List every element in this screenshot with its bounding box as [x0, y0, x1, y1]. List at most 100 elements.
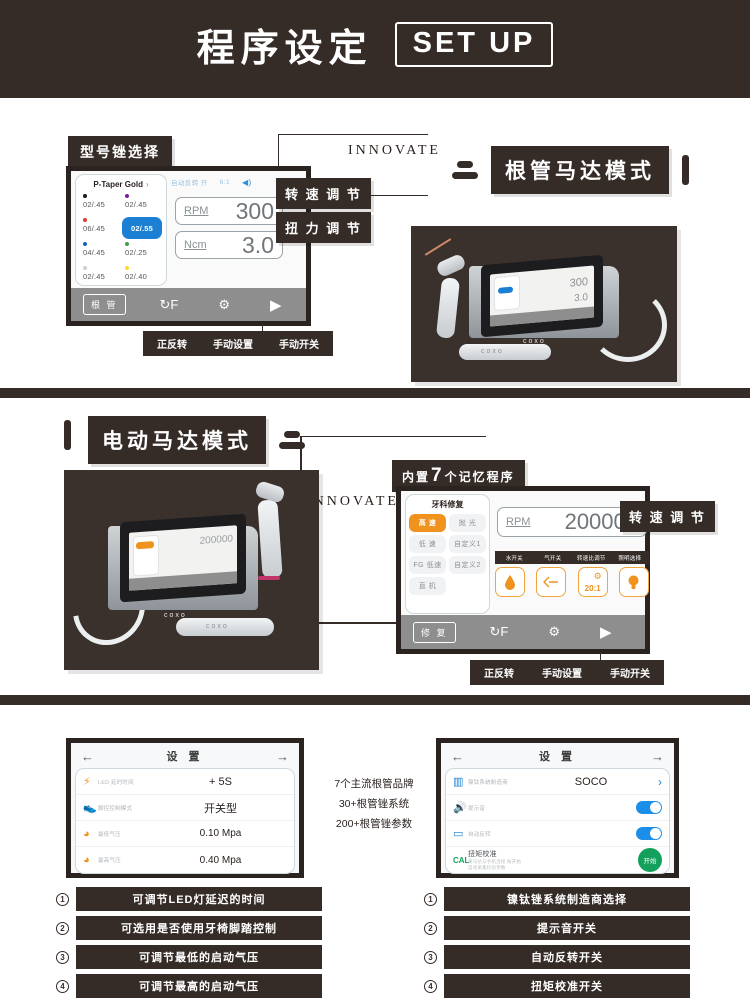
label-manual-switch: 手动开关 [279, 340, 319, 351]
row-label-text: 扭矩校准 [468, 851, 497, 858]
mode-chip-restoration[interactable]: 修 复 [413, 621, 456, 643]
play-icon-2[interactable]: ▶ [600, 623, 612, 641]
mid-notes-block: 7个主流根管品牌 30+根管锉系统 200+根管锉参数 [318, 775, 430, 835]
file-panel-header[interactable]: P-Taper Gold › [80, 180, 162, 189]
file-color-dot [125, 194, 129, 198]
row-label: 提示音 [468, 805, 486, 812]
screen-inner-2: 牙科修复 高 速 抛 光 低 速 自定义1 FG 低速 自定义2 直 机 RPM… [401, 491, 649, 649]
toggle-auto-reverse[interactable] [636, 827, 662, 840]
rpm-field[interactable]: RPM 300 [175, 197, 283, 225]
settings-row-foot-pedal[interactable]: 👟 脚控控制模式 开关型 [76, 795, 294, 821]
file-item[interactable]: 02/.45 [80, 265, 120, 287]
program-button-fg-low-speed[interactable]: FG 低速 [409, 556, 446, 574]
chevron-right-icon: › [145, 180, 149, 189]
program-button-low-speed[interactable]: 低 速 [409, 535, 446, 553]
bar-decor-icon [682, 155, 689, 185]
bullet-list-left: 1 可调节LED灯延迟的时间 2 可选用是否使用牙椅脚踏控制 3 可调节最低的启… [56, 887, 322, 1003]
file-item[interactable]: 02/.40 [122, 265, 162, 287]
start-calibration-button[interactable]: 开始 [638, 848, 662, 872]
file-item-selected[interactable]: 02/.55 [122, 217, 162, 239]
torque-unit-label: Ncm [184, 239, 207, 251]
program-button-polish[interactable]: 抛 光 [449, 514, 486, 532]
file-item[interactable]: 02/.45 [80, 193, 120, 215]
next-arrow-icon-2[interactable]: → [651, 749, 664, 764]
settings-row-beep-sound[interactable]: 🔊 提示音 [446, 795, 669, 821]
program-button-custom-2[interactable]: 自定义2 [449, 556, 486, 574]
device-photo-electric-motor: 200000 coxo coxo [64, 470, 319, 670]
file-color-dot [83, 242, 87, 246]
icon-row-labels: 水开关 气开关 转速比调节 照明选择 [495, 551, 649, 564]
bullet-text: 可选用是否使用牙椅脚踏控制 [76, 916, 322, 940]
water-drop-icon[interactable] [495, 567, 525, 597]
mode-title-group-1: 根管马达模式 [452, 146, 689, 194]
settings-row-torque-calibration[interactable]: CAL 扭矩校准 将马达与手机连接 按开始 自动采集校验参数 开始 [446, 847, 669, 873]
screen-toolbar-2: 修 复 ↻F ⚙ ▶ [401, 615, 645, 649]
reverse-icon: ▭ [453, 828, 464, 840]
bullet-item: 3 可调节最低的启动气压 [56, 945, 322, 969]
row-label: 扭矩校准 将马达与手机连接 按开始 自动采集校验参数 [468, 849, 524, 871]
settings-header-left: ← 设 置 → [75, 747, 295, 768]
program-menu-panel[interactable]: 牙科修复 高 速 抛 光 低 速 自定义1 FG 低速 自定义2 直 机 [405, 494, 490, 614]
next-arrow-icon[interactable]: → [276, 749, 289, 764]
file-item[interactable]: 02/.25 [122, 241, 162, 263]
file-item[interactable]: 04/.45 [80, 241, 120, 263]
screen-inner-1: P-Taper Gold › 02/.45 02/.45 06/.45 02/.… [71, 171, 306, 321]
device-screen-root-canal: P-Taper Gold › 02/.45 02/.45 06/.45 02/.… [66, 166, 311, 326]
row-label: 最低气压 [98, 831, 121, 838]
mode-chip-root-canal[interactable]: 根 管 [83, 294, 126, 315]
program-button-straight[interactable]: 直 机 [409, 577, 446, 595]
file-item[interactable]: 06/.45 [80, 217, 120, 239]
menu-title-dental-restoration: 牙科修复 [431, 500, 464, 509]
speaker-icon[interactable]: ◀) [242, 178, 252, 187]
bullet-number: 3 [56, 950, 69, 964]
gauge-low-icon: ◕ [83, 827, 90, 840]
reverse-direction-icon[interactable]: ↻F [160, 297, 179, 313]
settings-row-auto-reverse[interactable]: ▭ 自动反转 [446, 821, 669, 847]
row-value: + 5S [209, 775, 232, 788]
gear-ratio-icon[interactable]: ⚙ 20:1 [577, 567, 608, 597]
file-label: 04/.45 [83, 248, 106, 257]
air-arrow-icon[interactable] [536, 567, 567, 597]
torque-field[interactable]: Ncm 3.0 [175, 231, 283, 259]
cal-icon: CAL [453, 855, 470, 865]
equals-decor-icon [452, 161, 478, 179]
status-gear-ratio: 6:1 [219, 178, 230, 186]
settings-header-right: ← 设 置 → [445, 747, 670, 768]
gear-icon[interactable]: ⚙ [218, 297, 230, 313]
settings-row-min-pressure[interactable]: ◕ 最低气压 0.10 Mpa [76, 821, 294, 847]
bullet-list-right: 1 镍钛锉系统制造商选择 2 提示音开关 3 自动反转开关 4 扭矩校准开关 [424, 887, 690, 1003]
bullet-item: 2 可选用是否使用牙椅脚踏控制 [56, 916, 322, 940]
reverse-direction-icon-2[interactable]: ↻F [490, 624, 509, 640]
chevron-right-icon-2[interactable]: › [658, 775, 662, 789]
program-button-high-speed[interactable]: 高 速 [409, 514, 446, 532]
settings-row-max-pressure[interactable]: ◕ 最高气压 0.40 Mpa [76, 847, 294, 873]
play-icon[interactable]: ▶ [270, 296, 282, 314]
toggle-beep-sound[interactable] [636, 801, 662, 814]
bullet-item: 3 自动反转开关 [424, 945, 690, 969]
bullet-item: 2 提示音开关 [424, 916, 690, 940]
bullet-number: 2 [56, 921, 69, 935]
bullet-text: 可调节最低的启动气压 [76, 945, 322, 969]
file-label: 02/.45 [83, 272, 106, 281]
bullet-number: 2 [424, 921, 437, 935]
bullet-number: 1 [56, 892, 69, 906]
label-manual-setting-2: 手动设置 [542, 669, 582, 680]
light-bulb-icon[interactable] [618, 567, 649, 597]
settings-screen-right: ← 设 置 → ▥ 镍钛系统制造商 SOCO › 🔊 提示音 ▭ 自动反转 CA… [436, 738, 679, 878]
gear-icon-2[interactable]: ⚙ [548, 624, 560, 640]
tag-file-model-selection: 型号锉选择 [68, 136, 172, 168]
back-arrow-icon[interactable]: ← [81, 749, 94, 764]
program-button-custom-1[interactable]: 自定义1 [449, 535, 486, 553]
back-arrow-icon-2[interactable]: ← [451, 749, 464, 764]
factory-icon: ▥ [453, 776, 464, 788]
file-label: 06/.45 [83, 224, 106, 233]
settings-row-manufacturer[interactable]: ▥ 镍钛系统制造商 SOCO › [446, 769, 669, 795]
file-selection-panel[interactable]: P-Taper Gold › 02/.45 02/.45 06/.45 02/.… [75, 174, 167, 286]
callout-torque-adjust: 扭 力 调 节 [276, 212, 371, 243]
file-item[interactable]: 02/.45 [122, 193, 162, 215]
label-lighting: 照明选择 [618, 555, 642, 562]
settings-row-led-delay[interactable]: ⚡ LED 延时时间 + 5S [76, 769, 294, 795]
file-color-dot [125, 242, 129, 246]
bullet-item: 4 扭矩校准开关 [424, 974, 690, 998]
row-value: 开关型 [204, 802, 237, 815]
